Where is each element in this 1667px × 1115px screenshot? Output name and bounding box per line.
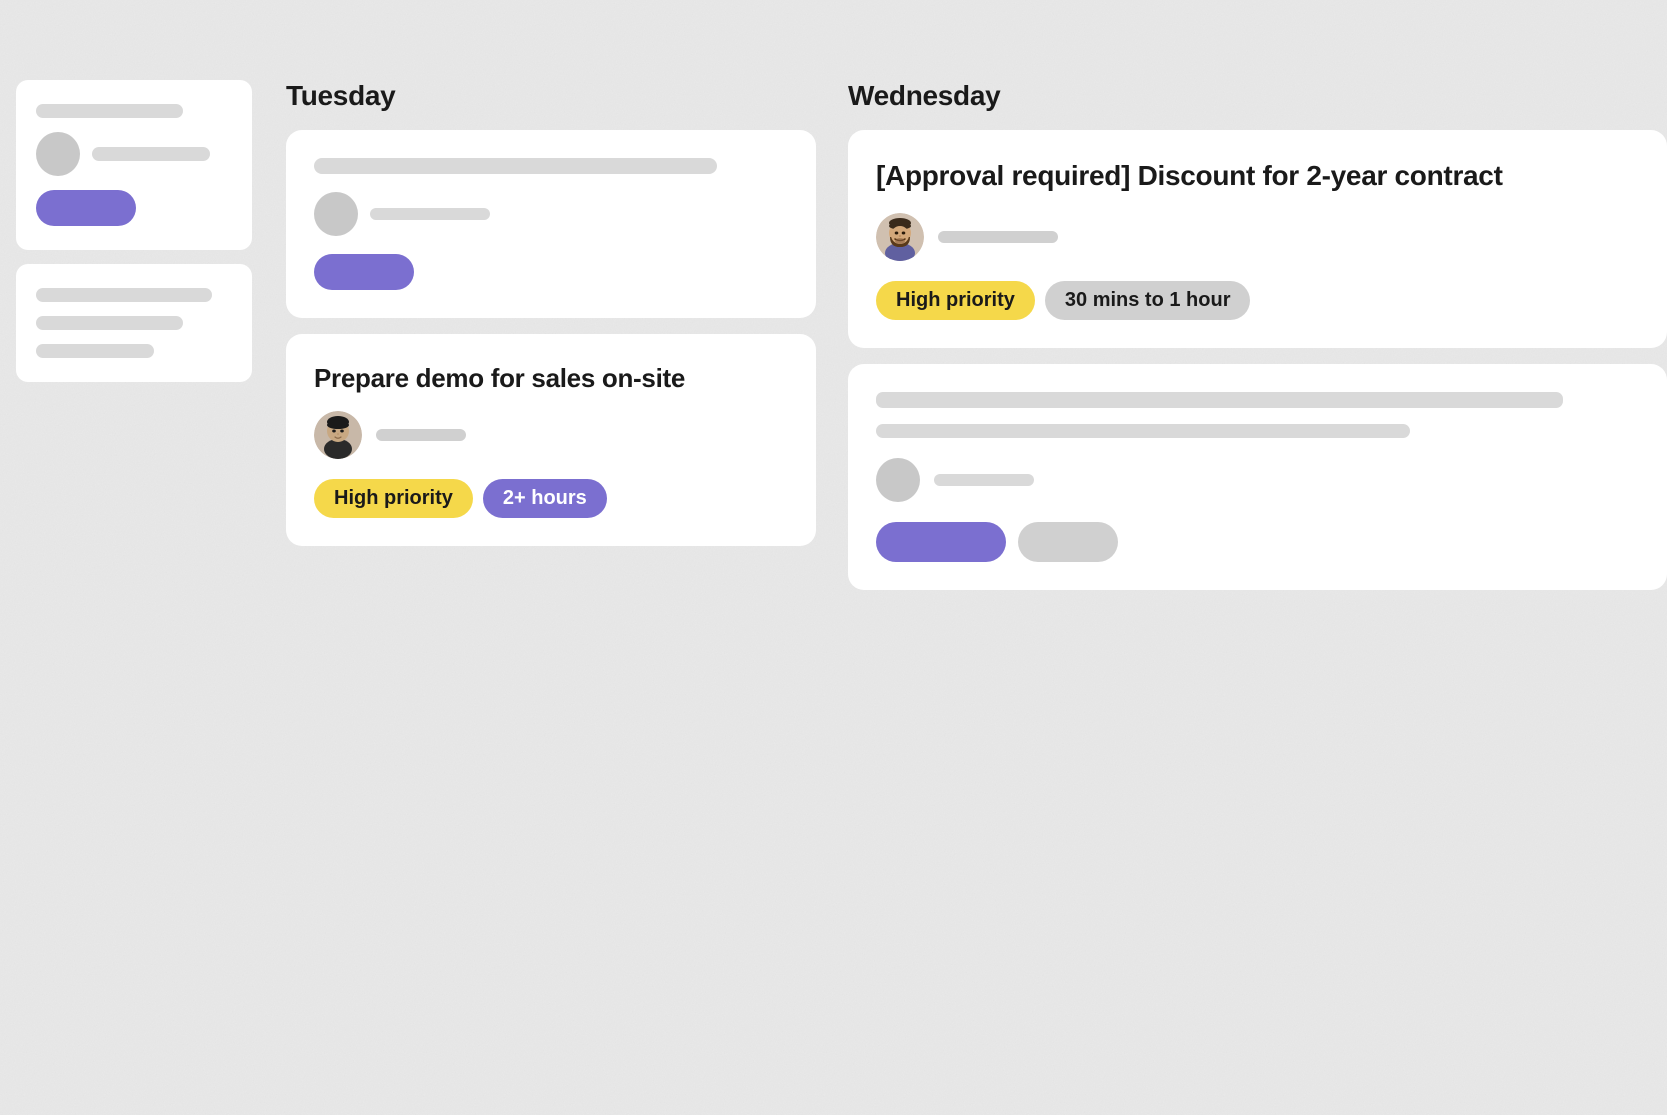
duration-badge: 2+ hours: [483, 479, 607, 518]
tuesday-column: Tuesday Prepare demo for sales on-site: [286, 80, 816, 562]
duration-badge: 30 mins to 1 hour: [1045, 281, 1251, 320]
skeleton-bar: [876, 424, 1410, 438]
page-wrapper: Tuesday Prepare demo for sales on-site: [0, 0, 1667, 1115]
skeleton-avatar: [36, 132, 80, 176]
sidebar-card-1[interactable]: [16, 80, 252, 250]
tuesday-header: Tuesday: [286, 80, 816, 112]
task-assignee-name: [938, 231, 1058, 243]
wednesday-column: Wednesday [Approval required] Discount f…: [848, 80, 1667, 590]
skeleton-tag: [314, 254, 414, 290]
wednesday-task-card-1[interactable]: [Approval required] Discount for 2-year …: [848, 130, 1667, 348]
skeleton-bar: [934, 474, 1034, 486]
skeleton-bar: [36, 316, 183, 330]
skeleton-avatar: [314, 192, 358, 236]
task-badges: High priority 2+ hours: [314, 479, 788, 518]
task-meta: [314, 411, 788, 459]
task-assignee-name: [376, 429, 466, 441]
skeleton-row: [314, 192, 788, 236]
skeleton-avatar: [876, 458, 920, 502]
skeleton-bar: [36, 104, 183, 118]
task-title: [Approval required] Discount for 2-year …: [876, 158, 1639, 193]
high-priority-badge: High priority: [876, 281, 1035, 320]
skeleton-bar: [314, 158, 717, 174]
avatar: [876, 213, 924, 261]
skeleton-purple-tag: [876, 522, 1006, 562]
skeleton-bar: [36, 344, 154, 358]
sidebar-card-2[interactable]: [16, 264, 252, 382]
task-badges: High priority 30 mins to 1 hour: [876, 281, 1639, 320]
avatar: [314, 411, 362, 459]
skeleton-tag: [36, 190, 136, 226]
skeleton-row: [36, 132, 232, 176]
skeleton-bar: [370, 208, 490, 220]
skeleton-bar: [92, 147, 210, 161]
skeleton-bar: [876, 392, 1563, 408]
tuesday-card-skeleton[interactable]: [286, 130, 816, 318]
sidebar-column: [0, 80, 268, 382]
high-priority-badge: High priority: [314, 479, 473, 518]
task-meta: [876, 213, 1639, 261]
wednesday-header: Wednesday: [848, 80, 1667, 112]
wednesday-skeleton-card[interactable]: [848, 364, 1667, 590]
skeleton-gray-tag: [1018, 522, 1118, 562]
tuesday-task-card[interactable]: Prepare demo for sales on-site: [286, 334, 816, 546]
task-title: Prepare demo for sales on-site: [314, 362, 788, 395]
skeleton-bar: [36, 288, 212, 302]
